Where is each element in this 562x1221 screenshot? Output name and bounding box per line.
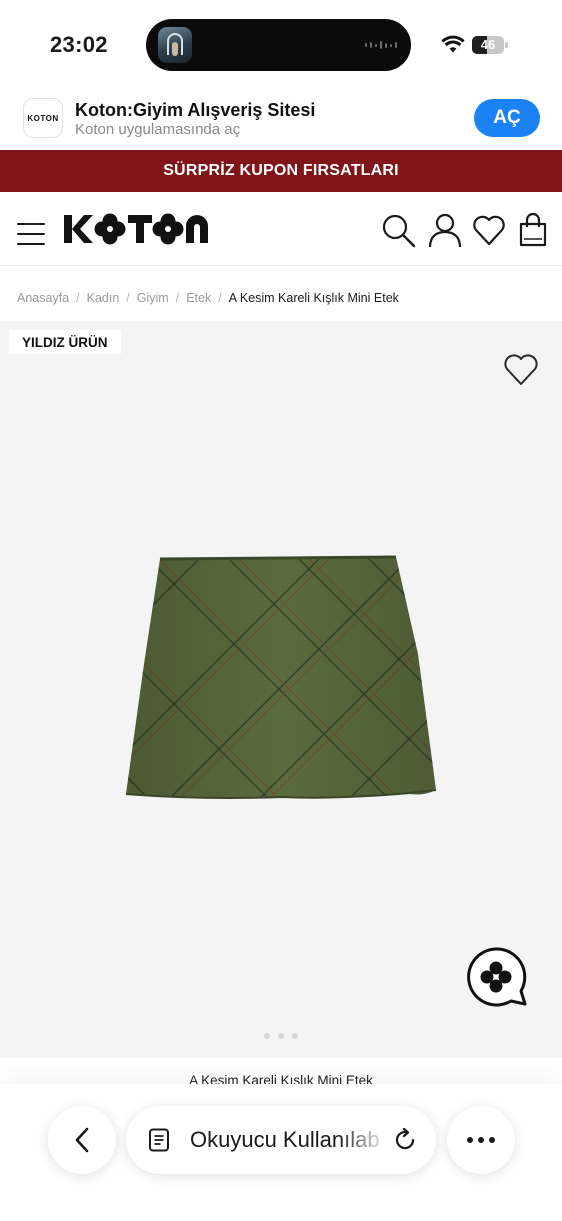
breadcrumb-separator: / bbox=[126, 291, 130, 305]
pagination-dot[interactable] bbox=[278, 1033, 284, 1039]
battery-icon: 46 bbox=[472, 36, 504, 54]
promo-bar[interactable]: SÜRPRİZ KUPON FIRSATLARI bbox=[0, 150, 562, 192]
search-icon[interactable] bbox=[380, 212, 416, 248]
address-bar[interactable]: Okuyucu Kullanılabilir bbox=[126, 1106, 436, 1174]
battery-percent: 46 bbox=[480, 37, 496, 52]
status-bar: 23:02 46 bbox=[0, 0, 562, 92]
bag-icon[interactable] bbox=[515, 212, 551, 248]
back-icon bbox=[75, 1127, 89, 1153]
breadcrumb-item[interactable]: Kadın bbox=[87, 291, 120, 305]
star-product-badge: YILDIZ ÜRÜN bbox=[9, 330, 121, 354]
breadcrumb-item[interactable]: Anasayfa bbox=[17, 291, 69, 305]
add-to-wishlist-heart-icon[interactable] bbox=[502, 351, 540, 387]
wifi-icon bbox=[441, 35, 465, 53]
more-button[interactable] bbox=[447, 1106, 515, 1174]
chat-support-icon[interactable] bbox=[465, 946, 529, 1008]
more-icon bbox=[467, 1137, 495, 1143]
app-icon-text: KOTON bbox=[27, 113, 59, 123]
account-icon[interactable] bbox=[427, 212, 463, 248]
product-image-gallery[interactable]: YILDIZ ÜRÜN bbox=[0, 321, 562, 1058]
koton-logo[interactable] bbox=[62, 212, 220, 246]
heart-icon[interactable] bbox=[471, 212, 507, 248]
breadcrumb-item[interactable]: Etek bbox=[186, 291, 211, 305]
battery-nub bbox=[505, 42, 508, 48]
audio-waveform-icon bbox=[365, 40, 397, 50]
pagination-dot[interactable] bbox=[292, 1033, 298, 1039]
breadcrumb-separator: / bbox=[175, 291, 180, 305]
menu-icon[interactable] bbox=[17, 223, 45, 245]
clock: 23:02 bbox=[50, 32, 108, 57]
browser-toolbar: Okuyucu Kullanılabilir bbox=[0, 1084, 562, 1221]
dynamic-island[interactable] bbox=[146, 19, 411, 71]
pagination-dot[interactable] bbox=[264, 1033, 270, 1039]
breadcrumb-separator: / bbox=[76, 291, 80, 305]
site-header bbox=[0, 192, 562, 266]
app-banner-subtitle: Koton uygulamasında aç bbox=[75, 121, 241, 138]
breadcrumb-item[interactable]: Giyim bbox=[137, 291, 169, 305]
app-banner-title: Koton:Giyim Alışveriş Sitesi bbox=[75, 100, 316, 120]
open-app-button[interactable]: AÇ bbox=[474, 99, 540, 137]
smart-app-banner: KOTON Koton:Giyim Alışveriş Sitesi Koton… bbox=[0, 92, 562, 150]
reload-icon[interactable] bbox=[393, 1128, 417, 1152]
now-playing-artwork bbox=[158, 27, 192, 63]
app-icon[interactable]: KOTON bbox=[23, 98, 63, 138]
breadcrumb-separator: / bbox=[218, 291, 222, 305]
gallery-pagination bbox=[0, 1033, 562, 1039]
breadcrumb: Anasayfa / Kadın / Giyim / Etek / A Kesi… bbox=[17, 291, 399, 305]
reader-icon[interactable] bbox=[148, 1128, 170, 1152]
product-image bbox=[125, 555, 437, 799]
address-fade bbox=[338, 1120, 388, 1160]
back-button[interactable] bbox=[48, 1106, 116, 1174]
breadcrumb-current: A Kesim Kareli Kışlık Mini Etek bbox=[228, 291, 399, 305]
